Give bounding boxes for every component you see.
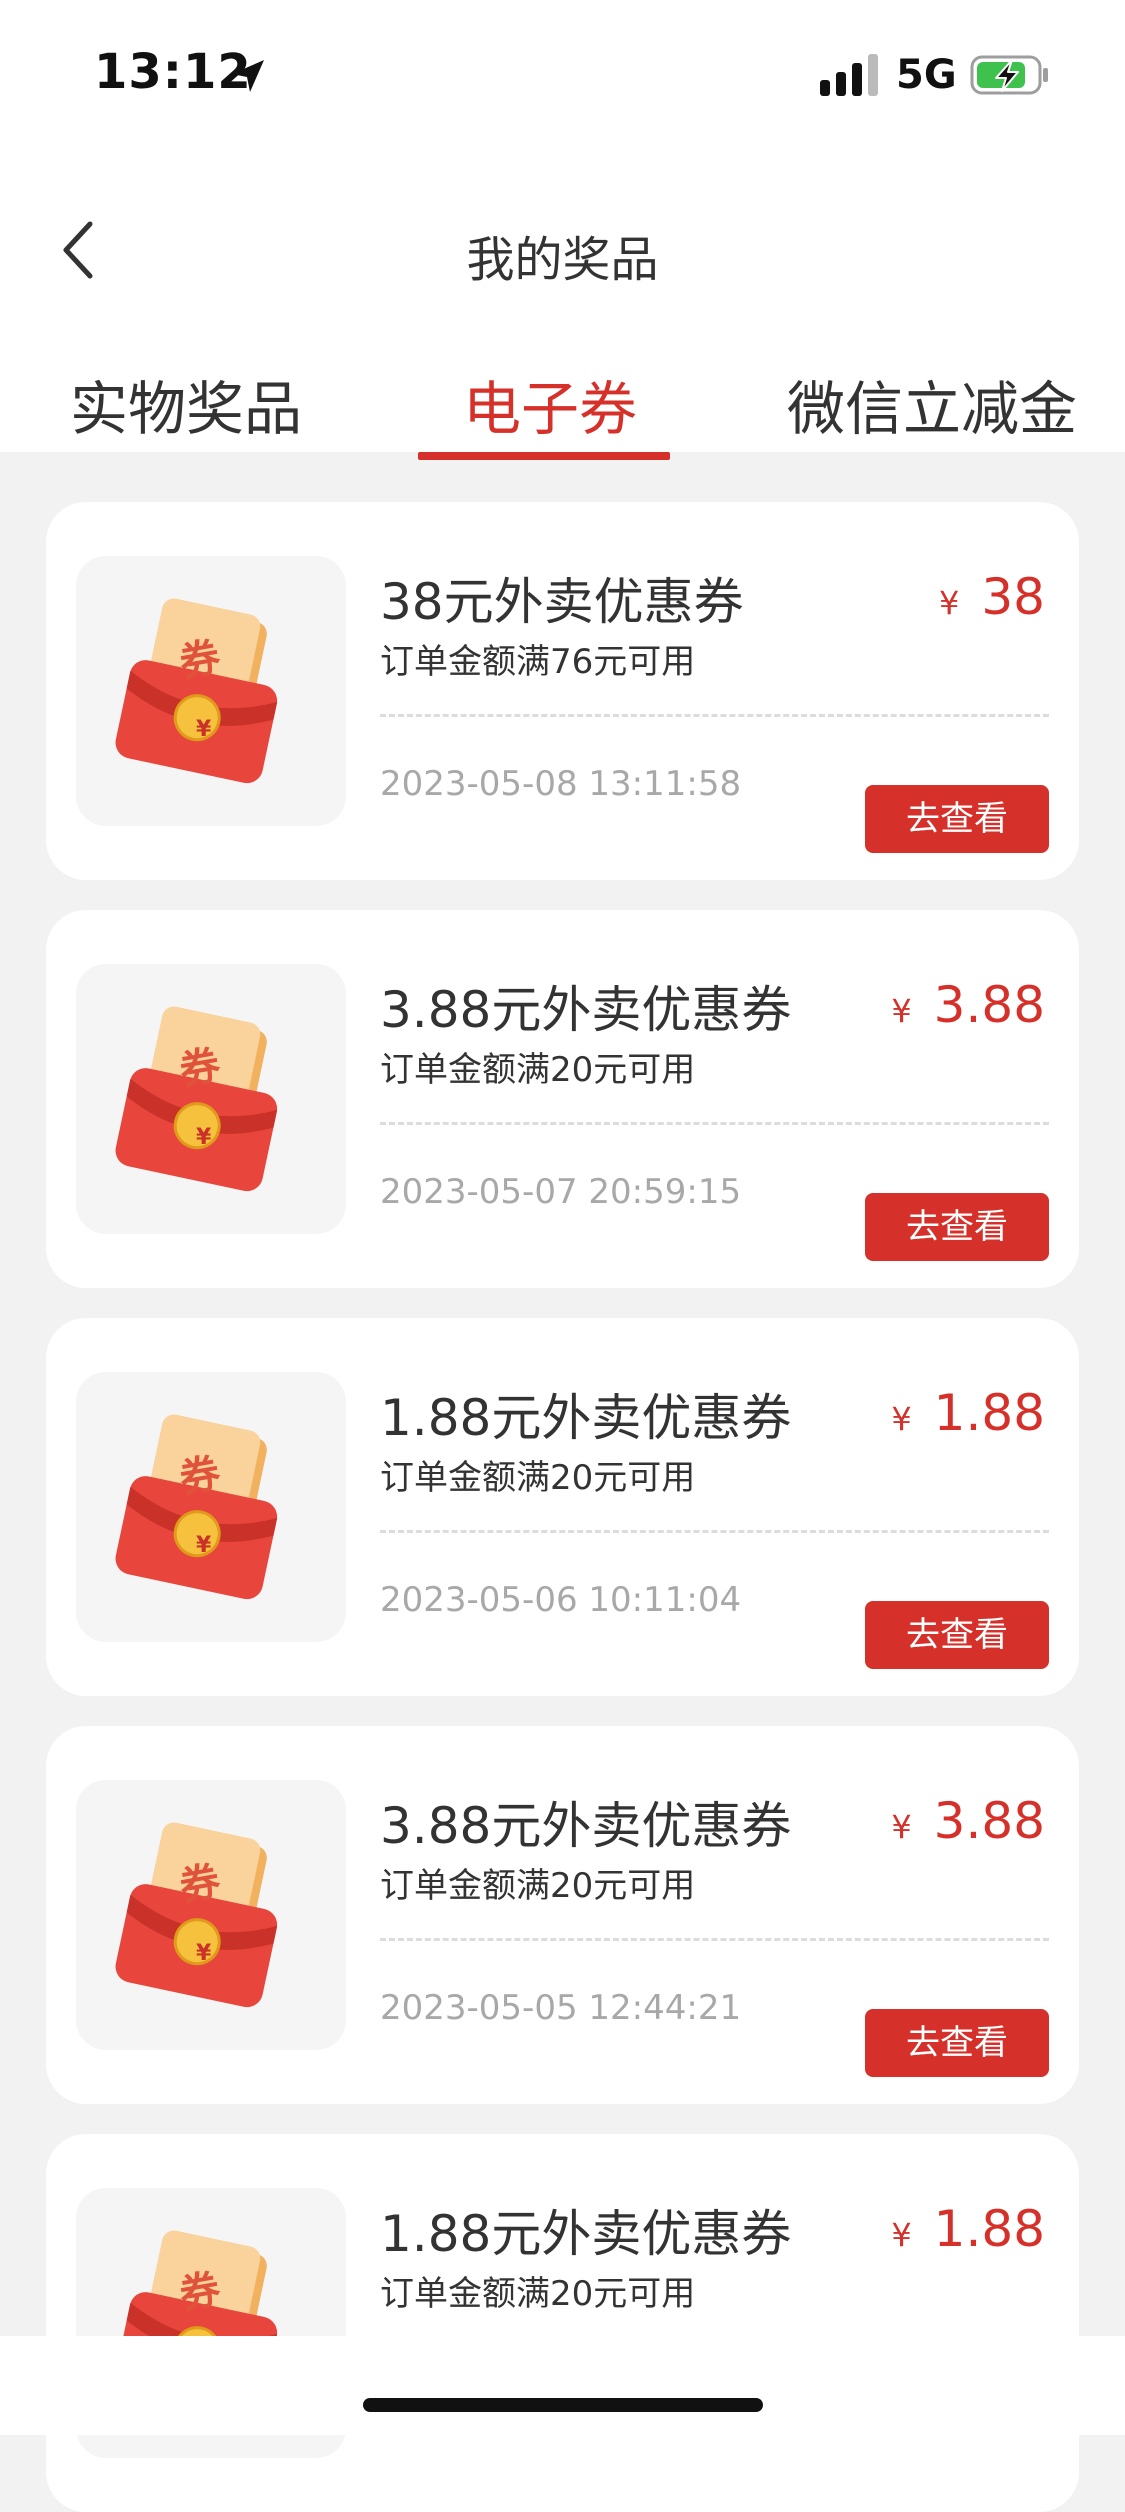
dashed-divider — [380, 1530, 1049, 1533]
nav-bar: 我的奖品 — [0, 150, 1125, 330]
coupon-thumbnail: 券 ¥ — [76, 556, 346, 826]
view-coupon-button[interactable]: 去查看 — [865, 1601, 1049, 1669]
coupon-price: ¥ 1.88 — [891, 2200, 1045, 2258]
home-indicator-area — [0, 2336, 1125, 2435]
home-indicator[interactable] — [363, 2398, 763, 2412]
coupon-amount: 1.88 — [933, 2200, 1045, 2258]
coupon-price: ¥ 1.88 — [891, 1384, 1045, 1442]
coupon-date: 2023-05-07 20:59:15 — [380, 1172, 742, 1212]
dashed-divider — [380, 714, 1049, 717]
tab-bar: 实物奖品 电子券 微信立减金 — [0, 330, 1125, 452]
coupon-title: 38元外卖优惠券 — [380, 573, 744, 631]
coupon-condition: 订单金额满20元可用 — [380, 1866, 696, 1906]
page-title: 我的奖品 — [466, 232, 659, 288]
coupon-title: 3.88元外卖优惠券 — [380, 1797, 792, 1855]
battery-charging-icon — [970, 55, 1048, 95]
coupon-amount: 3.88 — [933, 1792, 1045, 1850]
red-envelope-coupon-icon: 券 ¥ — [115, 1414, 278, 1600]
coupon-amount: 1.88 — [933, 1384, 1045, 1442]
currency-symbol: ¥ — [891, 2216, 912, 2254]
red-envelope-coupon-icon: 券 ¥ — [115, 598, 278, 784]
currency-symbol: ¥ — [891, 1808, 912, 1846]
tab-wechat-discount[interactable]: 微信立减金 — [787, 362, 1077, 446]
active-tab-indicator — [418, 452, 670, 460]
status-bar: 13:12 5G — [0, 0, 1125, 150]
coupon-card: 券 ¥ 1.88元外卖优惠券 订单金额满20元可用 ¥ 1.88 — [46, 2134, 1079, 2512]
dashed-divider — [380, 1938, 1049, 1941]
signal-icon — [820, 54, 878, 96]
coupon-price: ¥ 3.88 — [891, 976, 1045, 1034]
tab-physical-prizes[interactable]: 实物奖品 — [70, 362, 302, 446]
coupon-condition: 订单金额满20元可用 — [380, 1458, 696, 1498]
currency-symbol: ¥ — [939, 584, 960, 622]
network-label: 5G — [896, 52, 957, 98]
coupon-date: 2023-05-05 12:44:21 — [380, 1988, 742, 2028]
coupon-thumbnail: 券 ¥ — [76, 1372, 346, 1642]
currency-symbol: ¥ — [891, 992, 912, 1030]
coupon-price: ¥ 38 — [939, 568, 1045, 626]
view-coupon-button[interactable]: 去查看 — [865, 1193, 1049, 1261]
red-envelope-coupon-icon: 券 ¥ — [115, 1822, 278, 2008]
coupon-thumbnail: 券 ¥ — [76, 1780, 346, 2050]
coupon-card: 券 ¥ 38元外卖优惠券 订单金额满76元可用 ¥ 38 2023-05-08 … — [46, 502, 1079, 880]
coupon-card: 券 ¥ 3.88元外卖优惠券 订单金额满20元可用 ¥ 3.88 2023-05… — [46, 910, 1079, 1288]
svg-text:¥: ¥ — [196, 717, 212, 742]
coupon-price: ¥ 3.88 — [891, 1792, 1045, 1850]
coupon-date: 2023-05-06 10:11:04 — [380, 1580, 742, 1620]
coupon-date: 2023-05-08 13:11:58 — [380, 764, 742, 804]
currency-symbol: ¥ — [891, 1400, 912, 1438]
coupon-condition: 订单金额满76元可用 — [380, 642, 696, 682]
coupon-condition: 订单金额满20元可用 — [380, 2274, 696, 2314]
svg-text:¥: ¥ — [196, 1941, 212, 1966]
view-coupon-button[interactable]: 去查看 — [865, 2009, 1049, 2077]
svg-text:¥: ¥ — [196, 1533, 212, 1558]
location-arrow-icon — [232, 60, 264, 92]
coupon-card: 券 ¥ 1.88元外卖优惠券 订单金额满20元可用 ¥ 1.88 2023-05… — [46, 1318, 1079, 1696]
red-envelope-coupon-icon: 券 ¥ — [115, 1006, 278, 1192]
coupon-title: 1.88元外卖优惠券 — [380, 2205, 792, 2263]
svg-text:¥: ¥ — [196, 1125, 212, 1150]
coupon-title: 1.88元外卖优惠券 — [380, 1389, 792, 1447]
coupon-title: 3.88元外卖优惠券 — [380, 981, 792, 1039]
coupon-thumbnail: 券 ¥ — [76, 964, 346, 1234]
tab-e-coupons[interactable]: 电子券 — [463, 362, 637, 446]
coupon-card: 券 ¥ 3.88元外卖优惠券 订单金额满20元可用 ¥ 3.88 2023-05… — [46, 1726, 1079, 2104]
dashed-divider — [380, 1122, 1049, 1125]
view-coupon-button[interactable]: 去查看 — [865, 785, 1049, 853]
coupon-condition: 订单金额满20元可用 — [380, 1050, 696, 1090]
coupon-amount: 3.88 — [933, 976, 1045, 1034]
coupon-amount: 38 — [981, 568, 1045, 626]
